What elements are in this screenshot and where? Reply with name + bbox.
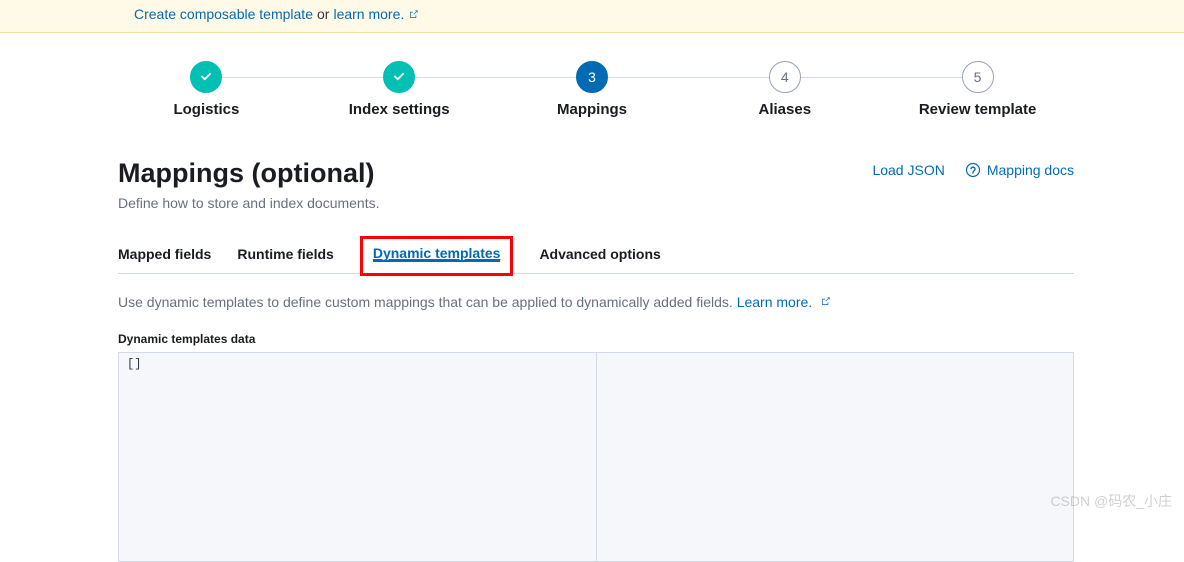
step-index-settings[interactable]: Index settings — [303, 61, 496, 118]
step-mappings[interactable]: 3 Mappings — [496, 61, 689, 118]
step-circle-done — [190, 61, 222, 93]
mapping-docs-label: Mapping docs — [987, 162, 1074, 178]
code-editor[interactable]: [] — [118, 352, 1074, 562]
external-link-icon — [820, 296, 831, 307]
learn-more-link[interactable]: Learn more. — [737, 294, 812, 310]
tab-advanced-options[interactable]: Advanced options — [539, 236, 660, 273]
mapping-docs-link[interactable]: Mapping docs — [965, 162, 1074, 178]
tab-runtime-fields[interactable]: Runtime fields — [237, 236, 333, 273]
step-circle-done — [383, 61, 415, 93]
tab-description: Use dynamic templates to define custom m… — [118, 294, 1074, 310]
step-logistics[interactable]: Logistics — [110, 61, 303, 118]
step-aliases[interactable]: 4 Aliases — [688, 61, 881, 118]
check-icon — [199, 70, 213, 84]
page-subtitle: Define how to store and index documents. — [118, 195, 380, 211]
step-circle-active: 3 — [576, 61, 608, 93]
step-label: Review template — [919, 101, 1037, 118]
highlight-box: Dynamic templates — [360, 236, 514, 276]
check-icon — [392, 70, 406, 84]
banner-or-text: or — [317, 6, 329, 22]
tabs: Mapped fields Runtime fields Dynamic tem… — [118, 236, 1074, 274]
info-banner: Create composable template or learn more… — [0, 0, 1184, 33]
help-icon — [965, 162, 981, 178]
step-label: Mappings — [557, 101, 627, 118]
learn-more-link[interactable]: learn more. — [333, 6, 404, 22]
step-label: Logistics — [173, 101, 239, 118]
editor-left-pane[interactable]: [] — [119, 353, 596, 561]
tab-mapped-fields[interactable]: Mapped fields — [118, 236, 211, 273]
page-title: Mappings (optional) — [118, 158, 380, 189]
editor-right-pane[interactable] — [596, 353, 1074, 561]
wizard-stepper: Logistics Index settings 3 Mappings 4 Al… — [110, 61, 1074, 118]
create-composable-template-link[interactable]: Create composable template — [134, 6, 313, 22]
external-link-icon — [408, 9, 419, 20]
step-review-template[interactable]: 5 Review template — [881, 61, 1074, 118]
step-circle-pending: 4 — [769, 61, 801, 93]
load-json-button[interactable]: Load JSON — [872, 162, 944, 178]
step-label: Index settings — [349, 101, 450, 118]
step-circle-pending: 5 — [962, 61, 994, 93]
editor-label: Dynamic templates data — [118, 332, 1074, 346]
tab-dynamic-templates[interactable]: Dynamic templates — [373, 245, 501, 261]
step-label: Aliases — [759, 101, 812, 118]
